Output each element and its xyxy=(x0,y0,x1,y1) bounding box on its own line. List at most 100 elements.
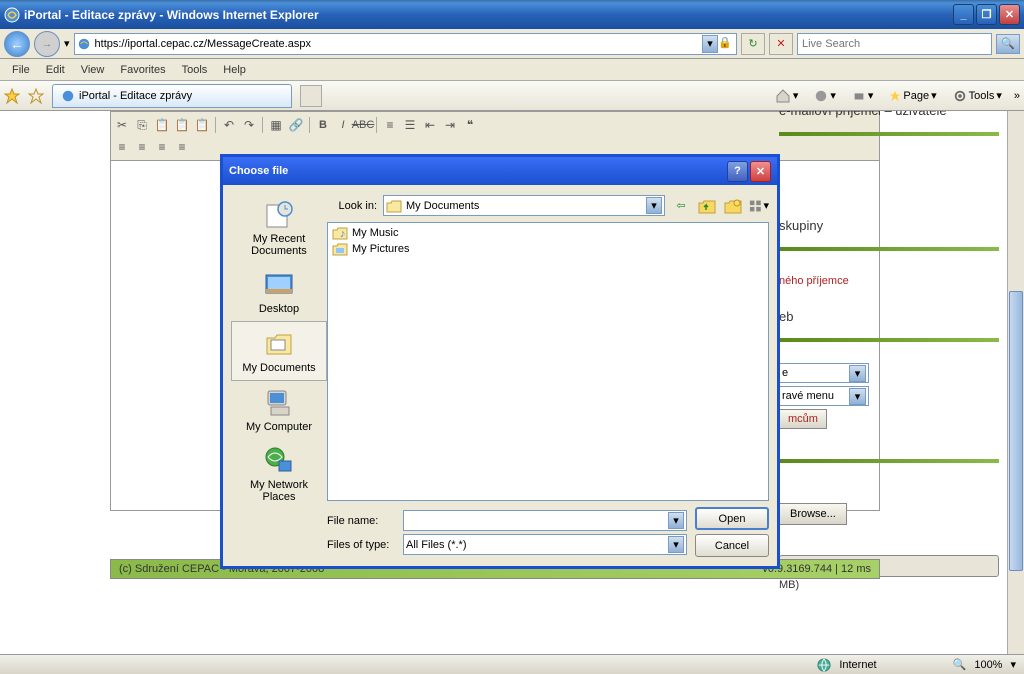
chevron-icon[interactable]: » xyxy=(1014,90,1020,102)
search-box[interactable] xyxy=(797,33,992,55)
page-icon xyxy=(77,37,91,51)
print-button[interactable]: ▾ xyxy=(848,87,878,105)
dialog-close-button[interactable]: ✕ xyxy=(750,161,771,182)
paste-text-icon[interactable]: 📋 xyxy=(193,116,211,134)
scroll-thumb[interactable] xyxy=(1009,291,1023,571)
forward-button[interactable]: → xyxy=(34,31,60,57)
list-ul-icon[interactable]: ☰ xyxy=(401,116,419,134)
menu-favorites[interactable]: Favorites xyxy=(112,62,173,78)
menu-file[interactable]: File xyxy=(4,62,38,78)
place-network[interactable]: My Network Places xyxy=(231,439,327,509)
cut-icon[interactable]: ✂ xyxy=(113,116,131,134)
menu-edit[interactable]: Edit xyxy=(38,62,73,78)
file-name-label: File name: xyxy=(327,515,397,527)
redo-icon[interactable]: ↷ xyxy=(240,116,258,134)
menu-help[interactable]: Help xyxy=(215,62,254,78)
nav-dropdown-icon[interactable]: ▾ xyxy=(64,37,70,50)
browse-button[interactable]: Browse... xyxy=(779,503,847,525)
panel-heading-users: e-mailoví příjemci – uživatelé xyxy=(779,111,999,120)
feeds-button[interactable]: ▾ xyxy=(810,87,840,105)
vertical-scrollbar[interactable] xyxy=(1007,111,1024,654)
address-bar[interactable]: ▾ 🔒 xyxy=(74,33,737,55)
home-button[interactable]: ▾ xyxy=(771,86,803,106)
select-1[interactable]: e ▾ xyxy=(779,363,869,383)
paste-icon[interactable]: 📋 xyxy=(153,116,171,134)
documents-icon xyxy=(263,328,295,360)
add-favorites-icon[interactable] xyxy=(28,88,44,104)
chevron-down-icon[interactable]: ▾ xyxy=(1010,658,1016,671)
search-input[interactable] xyxy=(798,38,991,50)
chevron-down-icon[interactable]: ▾ xyxy=(668,512,684,529)
link-icon[interactable]: 🔗 xyxy=(287,116,305,134)
file-type-select[interactable]: All Files (*.*) ▾ xyxy=(403,534,687,555)
url-input[interactable] xyxy=(91,38,702,50)
ie-icon xyxy=(4,7,24,23)
status-bar: Internet 🔍 100% ▾ xyxy=(0,654,1024,674)
zoom-icon[interactable]: 🔍 xyxy=(953,658,967,671)
strike-icon[interactable]: ABC xyxy=(354,116,372,134)
zoom-level[interactable]: 100% xyxy=(974,659,1002,671)
tab-title: iPortal - Editace zprávy xyxy=(79,90,192,102)
menu-tools[interactable]: Tools xyxy=(174,62,216,78)
chevron-down-icon[interactable]: ▾ xyxy=(646,197,662,214)
italic-icon[interactable]: I xyxy=(334,116,352,134)
quote-icon[interactable]: ❝ xyxy=(461,116,479,134)
add-recipient-link[interactable]: ného příjemce xyxy=(779,271,999,291)
place-documents[interactable]: My Documents xyxy=(231,321,327,381)
align-justify-icon[interactable]: ≡ xyxy=(173,138,191,156)
folder-icon xyxy=(386,199,402,213)
list-item[interactable]: My Pictures xyxy=(330,241,766,257)
file-dialog: Choose file ? ✕ My Recent Documents Desk… xyxy=(220,154,780,569)
undo-icon[interactable]: ↶ xyxy=(220,116,238,134)
look-in-combo[interactable]: My Documents ▾ xyxy=(383,195,665,216)
list-ol-icon[interactable]: ≡ xyxy=(381,116,399,134)
list-item[interactable]: ♪ My Music xyxy=(330,225,766,241)
svg-text:♪: ♪ xyxy=(340,228,346,240)
place-desktop[interactable]: Desktop xyxy=(231,263,327,321)
dialog-titlebar[interactable]: Choose file ? ✕ xyxy=(223,157,777,185)
copy-icon[interactable]: ⎘ xyxy=(133,116,151,134)
new-tab-button[interactable] xyxy=(300,85,322,107)
refresh-button[interactable]: ↻ xyxy=(741,33,765,55)
menu-view[interactable]: View xyxy=(73,62,113,78)
browser-tab[interactable]: iPortal - Editace zprávy xyxy=(52,84,292,108)
tools-menu[interactable]: Tools ▾ xyxy=(949,87,1006,105)
chevron-down-icon[interactable]: ▾ xyxy=(849,365,866,382)
desktop-icon xyxy=(263,269,295,301)
chevron-down-icon[interactable]: ▾ xyxy=(668,536,684,553)
window-title: iPortal - Editace zprávy - Windows Inter… xyxy=(24,8,953,22)
restore-button[interactable]: ❐ xyxy=(976,4,997,25)
back-button[interactable]: ← xyxy=(4,31,30,57)
indent-icon[interactable]: ⇥ xyxy=(441,116,459,134)
window-close-button[interactable]: ✕ xyxy=(999,4,1020,25)
place-recent[interactable]: My Recent Documents xyxy=(231,193,327,263)
favorites-center-icon[interactable] xyxy=(4,88,20,104)
outdent-icon[interactable]: ⇤ xyxy=(421,116,439,134)
view-menu-icon[interactable]: ▾ xyxy=(749,196,769,216)
place-computer[interactable]: My Computer xyxy=(231,381,327,439)
recipients-button[interactable]: mcům xyxy=(779,409,827,429)
address-dropdown[interactable]: ▾ xyxy=(702,35,718,53)
paste-word-icon[interactable]: 📋 xyxy=(173,116,191,134)
stop-button[interactable]: ✕ xyxy=(769,33,793,55)
select-2[interactable]: ravé menu ▾ xyxy=(779,386,869,406)
dialog-help-button[interactable]: ? xyxy=(727,161,748,182)
file-name-input[interactable]: ▾ xyxy=(403,510,687,531)
search-button[interactable]: 🔍 xyxy=(996,34,1020,54)
file-list[interactable]: ♪ My Music My Pictures xyxy=(327,222,769,501)
align-left-icon[interactable]: ≡ xyxy=(113,138,131,156)
new-folder-icon[interactable] xyxy=(723,196,743,216)
up-folder-icon[interactable] xyxy=(697,196,717,216)
bold-icon[interactable]: B xyxy=(314,116,332,134)
page-menu[interactable]: Page ▾ xyxy=(885,87,940,104)
cancel-button[interactable]: Cancel xyxy=(695,534,769,557)
go-back-icon[interactable]: ⇦ xyxy=(671,196,691,216)
table-icon[interactable]: ▦ xyxy=(267,116,285,134)
align-center-icon[interactable]: ≡ xyxy=(133,138,151,156)
align-right-icon[interactable]: ≡ xyxy=(153,138,171,156)
chevron-down-icon[interactable]: ▾ xyxy=(849,388,866,405)
open-button[interactable]: Open xyxy=(695,507,769,530)
right-panel: e-mailoví příjemci – uživatelé skupiny n… xyxy=(779,111,999,593)
nav-toolbar: ← → ▾ ▾ 🔒 ↻ ✕ 🔍 xyxy=(0,29,1024,59)
minimize-button[interactable]: _ xyxy=(953,4,974,25)
